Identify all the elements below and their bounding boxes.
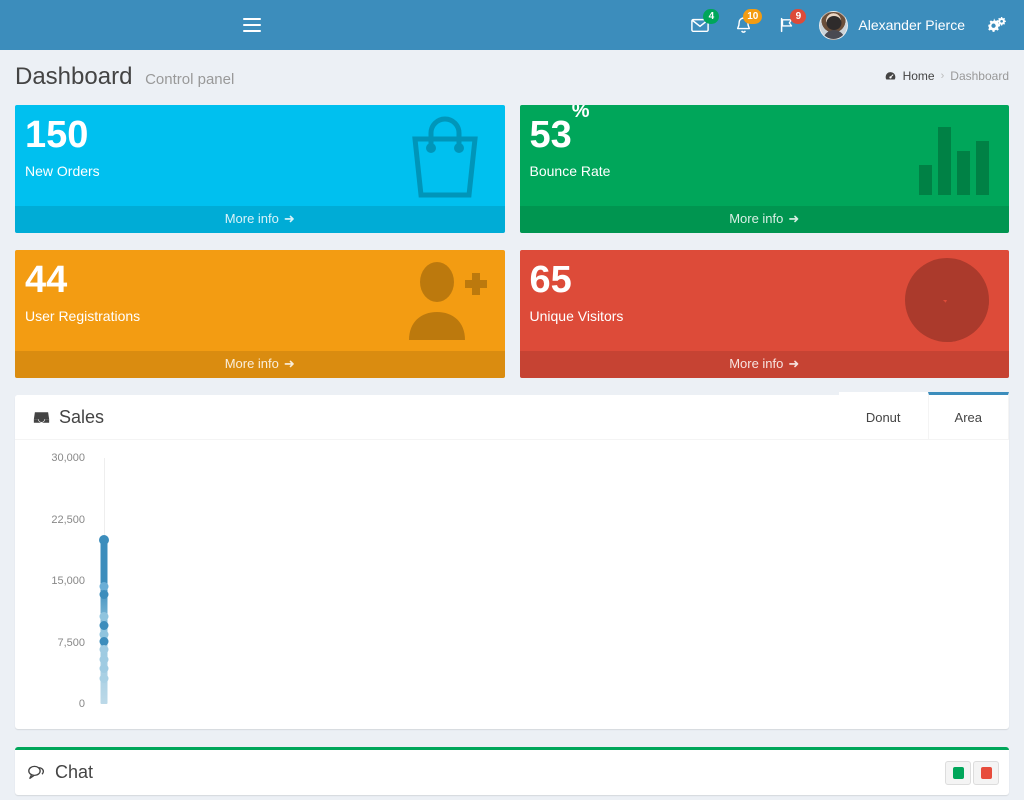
avatar	[819, 10, 849, 40]
stat-box-unique-visitors: 65 Unique Visitors More info ➜	[519, 250, 1009, 378]
header-nav: 4 10 9 Alexander Pierce	[678, 0, 1024, 50]
page-title: Dashboard Control panel	[15, 65, 234, 89]
control-sidebar-toggle[interactable]	[977, 0, 1020, 50]
chart-point	[99, 589, 109, 599]
page-title-text: Dashboard	[15, 63, 133, 90]
content-wrapper: Dashboard Control panel Home › Dashboard	[0, 50, 1024, 795]
inbox-icon	[33, 411, 50, 423]
chart-point	[99, 664, 109, 674]
hamburger-icon	[243, 14, 261, 36]
stat-box-more-info-link[interactable]: More info ➜	[519, 351, 1009, 378]
status-offline-button[interactable]	[973, 760, 999, 785]
chat-box-tools	[945, 760, 999, 785]
stat-boxes-row: 150 New Orders More info ➜ 53% Bounce Ra…	[8, 105, 1017, 395]
chart-tabs: Donut Area	[838, 392, 1009, 439]
stat-box-col-registrations: 44 User Registrations More info ➜	[8, 250, 513, 395]
pie-chart-icon	[903, 256, 991, 349]
red-square-icon	[980, 766, 992, 779]
shopping-bag-icon	[403, 111, 487, 206]
chart-point	[99, 535, 109, 545]
more-info-label: More info	[729, 356, 784, 371]
chart-point	[99, 674, 109, 684]
sales-title: Sales	[15, 395, 114, 439]
chart-y-tick: 22,500	[51, 513, 85, 526]
status-online-button[interactable]	[945, 760, 971, 785]
user-plus-icon	[401, 256, 487, 349]
chart-point	[99, 611, 109, 621]
tab-area[interactable]: Area	[927, 392, 1009, 439]
notifications-menu[interactable]: 10	[722, 0, 765, 50]
stat-number: 44	[25, 259, 68, 301]
main-content: 150 New Orders More info ➜ 53% Bounce Ra…	[0, 105, 1024, 795]
comments-icon	[28, 765, 45, 779]
user-menu[interactable]: Alexander Pierce	[809, 0, 977, 50]
page-subtitle: Control panel	[145, 71, 235, 88]
chat-box-header: Chat	[15, 750, 1009, 795]
more-info-label: More info	[224, 356, 279, 371]
stat-box-more-info-link[interactable]: More info ➜	[519, 206, 1009, 233]
arrow-circle-right-icon: ➜	[283, 356, 295, 371]
more-info-label: More info	[224, 211, 279, 226]
arrow-circle-right-icon: ➜	[788, 211, 800, 226]
arrow-circle-right-icon: ➜	[283, 211, 295, 226]
sales-area-chart: 0 7,500 15,000 22,500 30,000	[25, 450, 999, 719]
content-header: Dashboard Control panel Home › Dashboard	[0, 50, 1024, 105]
stat-box-col-orders: 150 New Orders More info ➜	[8, 105, 513, 250]
tasks-menu[interactable]: 9	[765, 0, 809, 50]
stat-number: 53	[529, 114, 572, 156]
messages-badge: 4	[703, 9, 720, 24]
stat-number: 150	[25, 114, 89, 156]
chat-box: Chat	[15, 747, 1009, 795]
chart-y-tick: 0	[78, 698, 85, 710]
gears-icon	[988, 16, 1006, 32]
chart-y-tick: 7,500	[57, 636, 85, 649]
chart-point	[99, 620, 109, 630]
stat-box-col-bounce: 53% Bounce Rate More info ➜	[512, 105, 1017, 250]
sales-tab-bar: Sales Donut Area	[15, 392, 1009, 440]
messages-menu[interactable]: 4	[678, 0, 722, 50]
breadcrumb-current: Dashboard	[950, 69, 1009, 83]
chart-point	[99, 645, 109, 655]
breadcrumb-home-label: Home	[902, 69, 935, 83]
dashboard-icon	[885, 71, 895, 80]
chart-plot-area: 0 7,500 15,000 22,500 30,000	[51, 452, 989, 710]
stat-box-more-info-link[interactable]: More info ➜	[15, 351, 505, 378]
chart-y-tick: 30,000	[51, 452, 85, 464]
stat-box-bounce-rate: 53% Bounce Rate More info ➜	[519, 105, 1009, 233]
user-name: Alexander Pierce	[858, 17, 965, 33]
chart-tab-content: 0 7,500 15,000 22,500 30,000	[15, 440, 1009, 729]
breadcrumb-separator: ›	[940, 70, 945, 82]
stat-suffix: %	[571, 105, 590, 123]
sales-title-label: Sales	[59, 406, 105, 427]
chat-title-label: Chat	[55, 762, 94, 782]
stat-number: 65	[529, 259, 572, 301]
tab-donut[interactable]: Donut	[838, 392, 928, 439]
breadcrumb-home[interactable]: Home	[884, 69, 935, 83]
green-square-icon	[952, 766, 964, 779]
breadcrumb: Home › Dashboard	[884, 69, 1009, 83]
tasks-badge: 9	[790, 9, 807, 24]
arrow-circle-right-icon: ➜	[788, 356, 800, 371]
more-info-label: More info	[729, 211, 784, 226]
notifications-badge: 10	[743, 9, 763, 24]
stat-box-new-orders: 150 New Orders More info ➜	[15, 105, 505, 233]
chart-point	[99, 655, 109, 665]
stat-box-more-info-link[interactable]: More info ➜	[15, 206, 505, 233]
stat-box-col-visitors: 65 Unique Visitors More info ➜	[512, 250, 1017, 395]
sidebar-toggle-button[interactable]	[236, 0, 268, 50]
sales-box: Sales Donut Area 0 7,500 15,000 22,500 30,00…	[15, 392, 1009, 729]
main-header: 4 10 9 Alexander Pierce	[0, 0, 1024, 50]
chart-y-tick: 15,000	[51, 575, 85, 587]
bar-chart-icon	[911, 111, 991, 202]
stat-box-user-registrations: 44 User Registrations More info ➜	[15, 250, 505, 378]
chat-title: Chat	[27, 762, 93, 783]
